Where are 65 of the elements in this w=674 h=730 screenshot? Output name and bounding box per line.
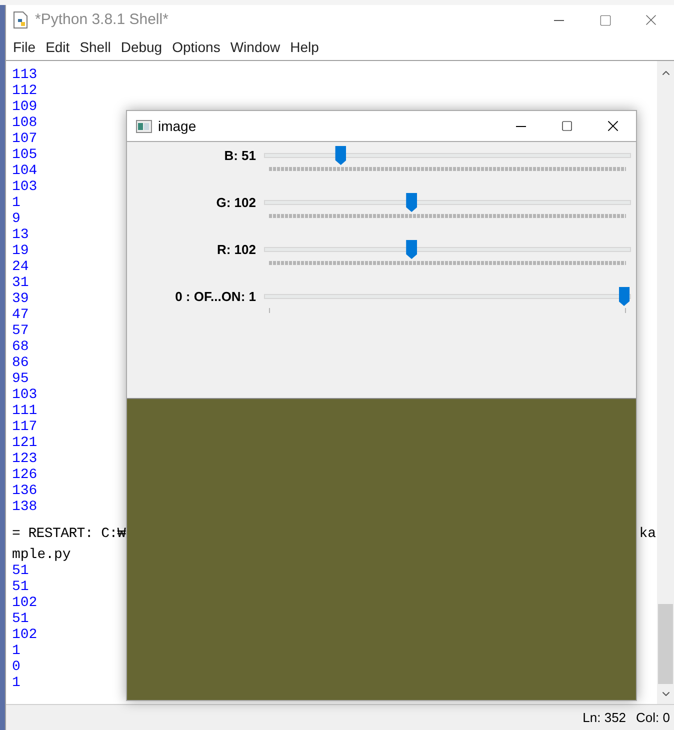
scrollbar-thumb[interactable] <box>658 604 673 684</box>
trackbar-thumb[interactable] <box>335 146 346 165</box>
shell-line: 105 <box>12 147 38 163</box>
shell-line: 51 <box>12 579 29 595</box>
maximize-icon <box>598 14 612 26</box>
menu-item[interactable]: Debug <box>116 37 168 58</box>
menu-item[interactable]: Shell <box>74 37 116 58</box>
shell-line: 1 <box>12 675 20 691</box>
shell-line: 24 <box>12 259 29 275</box>
shell-line: 68 <box>12 339 29 355</box>
trackbar-label: B: 51 <box>224 148 256 163</box>
shell-line: 1 <box>12 643 20 659</box>
shell-line: 31 <box>12 275 29 291</box>
shell-line: 1 <box>12 195 20 211</box>
shell-line: 113 <box>12 67 38 83</box>
shell-line: 108 <box>12 115 38 131</box>
menu-item[interactable]: Window <box>225 37 286 58</box>
shell-line: ka <box>639 526 656 542</box>
shell-line: 138 <box>12 499 38 515</box>
shell-line: 121 <box>12 435 38 451</box>
shell-line: 117 <box>12 419 38 435</box>
window-icon <box>136 120 152 132</box>
trackbar-label: 0 : OF...ON: 1 <box>175 289 256 304</box>
shell-line: mple.py <box>12 547 71 563</box>
status-line: Ln: 352 <box>582 708 626 727</box>
shell-line: 126 <box>12 467 38 483</box>
shell-line: 51 <box>12 563 29 579</box>
shell-line: 95 <box>12 371 29 387</box>
shell-line: 47 <box>12 307 29 323</box>
tick-mark <box>269 308 270 313</box>
shell-line: 102 <box>12 627 38 643</box>
trackbar-thumb[interactable] <box>406 240 418 259</box>
menu-item[interactable]: Edit <box>40 37 75 58</box>
window-title: image <box>158 116 196 136</box>
shell-line: 86 <box>12 355 29 371</box>
shell-line: = RESTART: C:₩ <box>12 526 126 542</box>
maximize-icon <box>561 120 573 132</box>
trackbar-label: R: 102 <box>216 242 256 257</box>
shell-line: 57 <box>12 323 29 339</box>
shell-line: 103 <box>12 179 38 195</box>
status-column: Col: 0 <box>636 708 670 728</box>
python-file-icon <box>13 11 29 29</box>
shell-line: 13 <box>12 227 29 243</box>
trackbar-thumb[interactable] <box>406 193 418 212</box>
shell-line: 51 <box>12 611 29 627</box>
shell-line: 9 <box>12 211 20 227</box>
shell-line: 112 <box>12 83 38 99</box>
shell-line: 19 <box>12 243 29 259</box>
menu-item[interactable]: File <box>8 37 41 58</box>
shell-line: 109 <box>12 99 38 115</box>
shell-line: 102 <box>12 595 38 611</box>
shell-line: 107 <box>12 131 38 147</box>
menu-item[interactable]: Options <box>167 37 226 58</box>
shell-line: 39 <box>12 291 29 307</box>
window-title: *Python 3.8.1 Shell* <box>35 10 168 30</box>
shell-line: 111 <box>12 403 38 419</box>
menu-item[interactable]: Help <box>285 37 324 58</box>
shell-line: 103 <box>12 387 38 403</box>
shell-line: 136 <box>12 483 38 499</box>
shell-line: 0 <box>12 659 20 675</box>
trackbar-label: G: 102 <box>216 195 256 210</box>
tick-mark <box>625 308 626 313</box>
trackbar-thumb[interactable] <box>618 287 630 306</box>
shell-line: 104 <box>12 163 38 179</box>
shell-line: 123 <box>12 451 38 467</box>
